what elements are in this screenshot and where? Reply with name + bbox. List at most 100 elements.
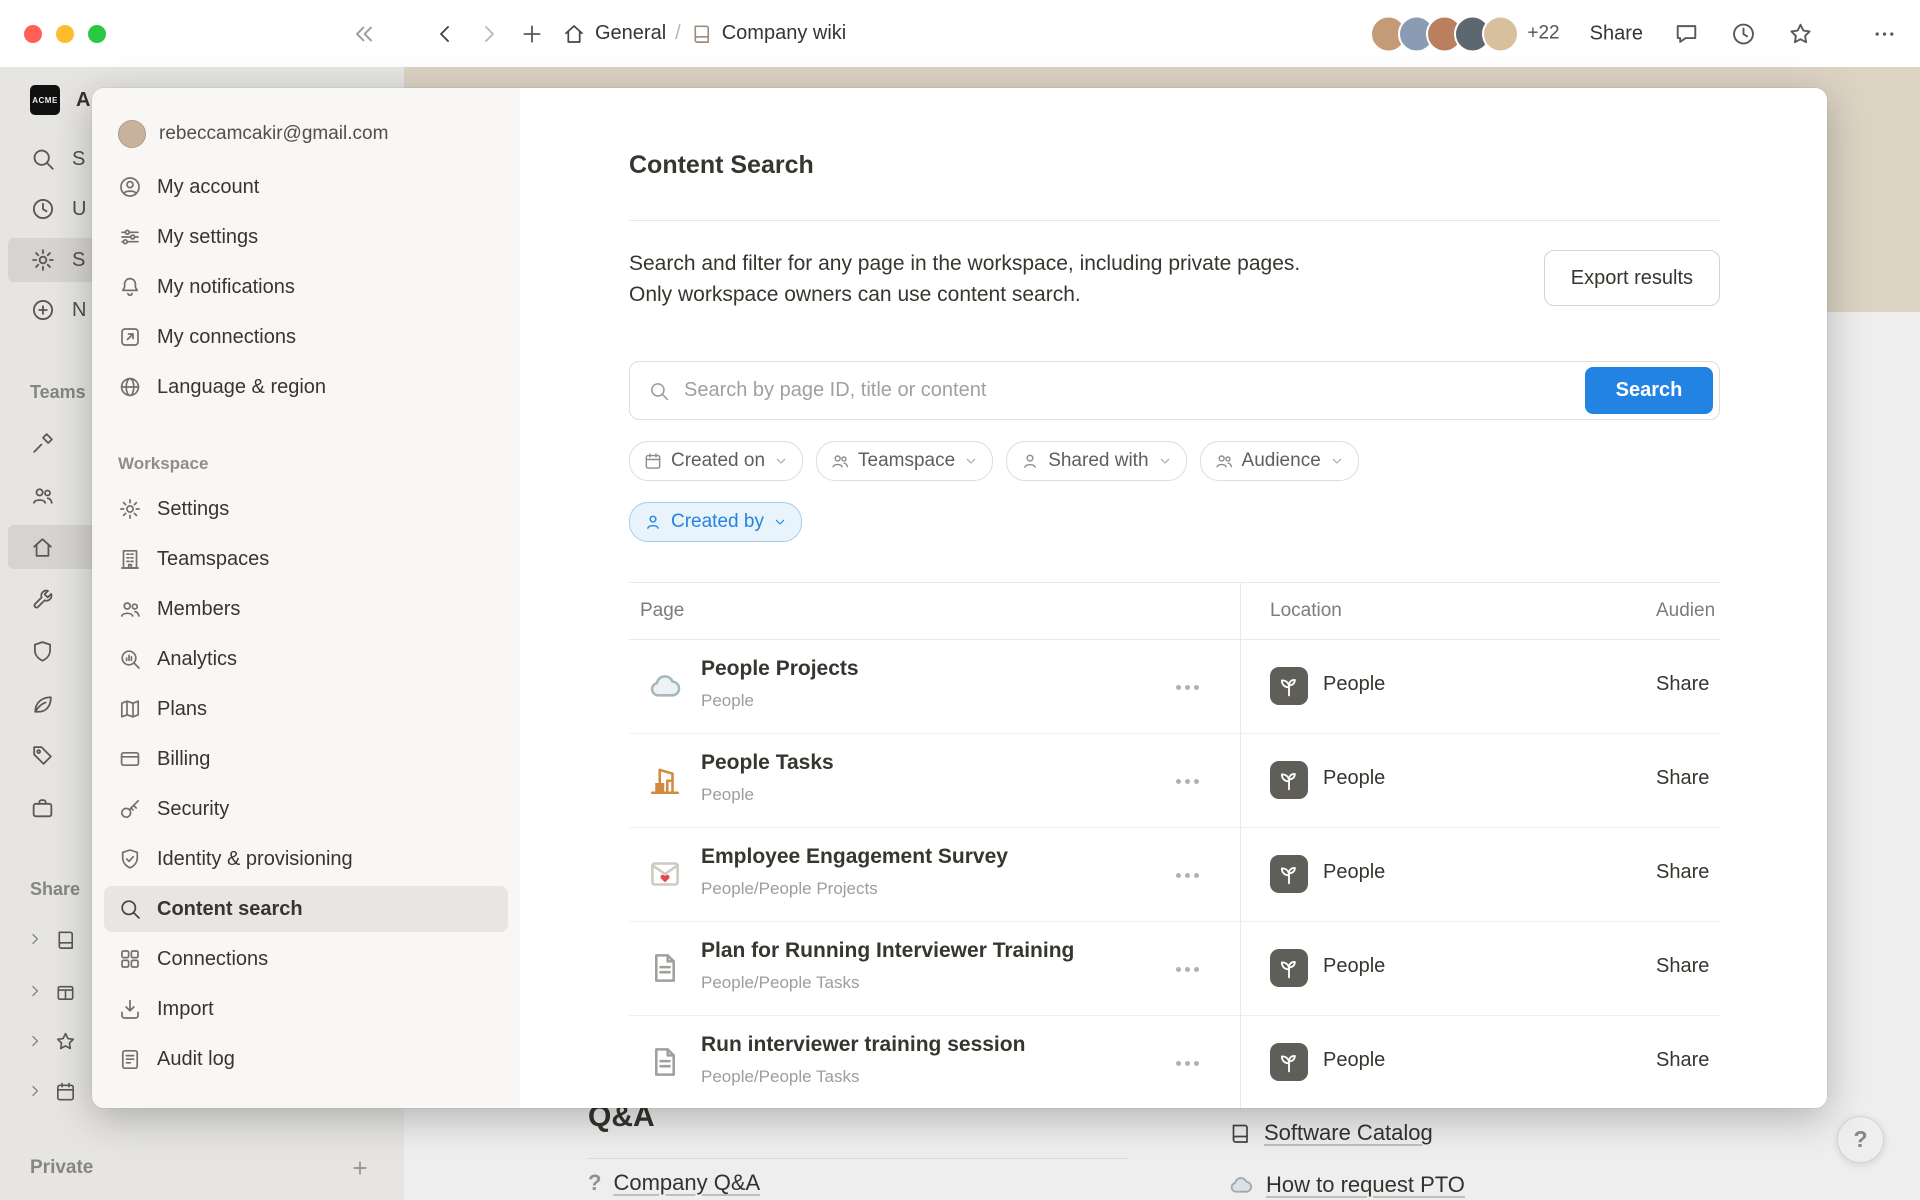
person-icon — [643, 512, 663, 532]
company-wiki-icon — [690, 22, 713, 45]
chevron-down-icon — [1329, 453, 1345, 469]
row-menu-button[interactable] — [1165, 674, 1209, 700]
people-icon — [830, 451, 850, 471]
location-cell: People — [1323, 861, 1385, 884]
breadcrumb-page[interactable]: Company wiki — [722, 22, 846, 45]
close-window-button[interactable] — [24, 25, 42, 43]
page-title-cell[interactable]: People Tasks — [701, 751, 834, 775]
chevron-down-icon — [773, 453, 789, 469]
book-icon — [690, 22, 713, 45]
audience-cell: Share — [1656, 673, 1709, 696]
settings-nav-security[interactable]: Security — [104, 786, 508, 832]
nav-item-label: Language & region — [157, 376, 326, 399]
search-icon — [648, 380, 670, 402]
settings-nav-identity-provisioning[interactable]: Identity & provisioning — [104, 836, 508, 882]
settings-nav-members[interactable]: Members — [104, 586, 508, 632]
page-path-cell: People/People Projects — [701, 879, 878, 899]
share-button[interactable]: Share — [1590, 22, 1643, 45]
new-tab-icon[interactable] — [519, 21, 545, 47]
home-icon — [562, 22, 586, 46]
minimize-window-button[interactable] — [56, 25, 74, 43]
settings-nav-connections[interactable]: Connections — [104, 936, 508, 982]
avatar-stack — [1370, 15, 1519, 52]
column-divider — [1240, 583, 1241, 1108]
filter-chip-label: Teamspace — [858, 450, 955, 472]
table-row: Employee Engagement Survey People/People … — [629, 828, 1720, 922]
back-icon[interactable] — [432, 21, 458, 47]
table-row: People TasksPeoplePeopleShare — [629, 734, 1720, 828]
nav-item-label: Members — [157, 598, 240, 621]
cloud-icon — [647, 668, 683, 704]
arrow-left-icon — [432, 21, 458, 47]
row-menu-button[interactable] — [1165, 862, 1209, 888]
settings-nav-billing[interactable]: Billing — [104, 736, 508, 782]
settings-nav-audit-log[interactable]: Audit log — [104, 1036, 508, 1082]
breadcrumb-root[interactable]: General — [595, 22, 666, 45]
settings-nav-import[interactable]: Import — [104, 986, 508, 1032]
page-title-cell[interactable]: Run interviewer training session — [701, 1033, 1025, 1057]
location-cell: People — [1323, 1049, 1385, 1072]
audit-icon — [118, 1047, 142, 1071]
page-icon — [645, 854, 685, 894]
filter-chip-teamspace[interactable]: Teamspace — [816, 441, 993, 481]
nav-item-label: My account — [157, 176, 259, 199]
settings-nav-my-settings[interactable]: My settings — [104, 214, 508, 260]
page-title-cell[interactable]: People Projects — [701, 657, 859, 681]
settings-nav-panel: rebeccamcakir@gmail.com My accountMy set… — [92, 88, 520, 1108]
search-input[interactable] — [682, 378, 1577, 403]
column-header-location: Location — [1270, 600, 1342, 622]
filter-chip-created-on[interactable]: Created on — [629, 441, 803, 481]
row-menu-button[interactable] — [1165, 956, 1209, 982]
comments-icon[interactable] — [1673, 20, 1700, 47]
export-results-button[interactable]: Export results — [1544, 250, 1720, 306]
search-icon — [648, 380, 670, 402]
analytics-icon — [118, 647, 142, 671]
collapse-sidebar-icon[interactable] — [350, 20, 378, 48]
chevrons-left-icon — [350, 20, 378, 48]
nav-item-label: Identity & provisioning — [157, 848, 353, 871]
titlebar-actions: +22 Share — [1370, 15, 1898, 52]
plant-icon — [1276, 861, 1302, 887]
row-menu-button[interactable] — [1165, 1050, 1209, 1076]
search-button[interactable]: Search — [1585, 367, 1713, 414]
favorite-icon[interactable] — [1787, 20, 1814, 47]
filter-chip-audience[interactable]: Audience — [1200, 441, 1359, 481]
calendar-icon — [643, 451, 663, 471]
filter-chip-created-by[interactable]: Created by — [629, 502, 802, 542]
settings-nav-language-region[interactable]: Language & region — [104, 364, 508, 410]
people-icon — [118, 597, 142, 621]
user-avatar[interactable] — [1482, 15, 1519, 52]
settings-nav-analytics[interactable]: Analytics — [104, 636, 508, 682]
settings-nav-content-search[interactable]: Content search — [104, 886, 508, 932]
card-icon — [118, 747, 142, 771]
page-title-cell[interactable]: Plan for Running Interviewer Training — [701, 939, 1074, 963]
forward-icon[interactable] — [476, 21, 502, 47]
table-row: Run interviewer training sessionPeople/P… — [629, 1016, 1720, 1108]
settings-nav-my-account[interactable]: My account — [104, 164, 508, 210]
nav-item-label: Security — [157, 798, 229, 821]
nav-item-label: Import — [157, 998, 214, 1021]
more-options-icon[interactable] — [1844, 20, 1898, 47]
avatar-overflow-count[interactable]: +22 — [1527, 23, 1559, 45]
gear-icon — [118, 497, 142, 521]
row-menu-button[interactable] — [1165, 768, 1209, 794]
table-row: People ProjectsPeoplePeopleShare — [629, 640, 1720, 734]
nav-item-label: Plans — [157, 698, 207, 721]
updates-icon[interactable] — [1730, 20, 1757, 47]
teamspace-icon — [1270, 667, 1308, 705]
breadcrumb-separator: / — [675, 22, 681, 45]
page-title-cell[interactable]: Employee Engagement Survey — [701, 845, 1008, 869]
content-search-bar: Search — [629, 361, 1720, 420]
zoom-window-button[interactable] — [88, 25, 106, 43]
clock-icon — [1730, 20, 1757, 47]
filter-chip-shared-with[interactable]: Shared with — [1006, 441, 1186, 481]
settings-nav-teamspaces[interactable]: Teamspaces — [104, 536, 508, 582]
results-table-header: Page Location Audien — [629, 583, 1720, 640]
page-path-cell: People — [701, 785, 754, 805]
settings-nav-my-notifications[interactable]: My notifications — [104, 264, 508, 310]
settings-nav-settings[interactable]: Settings — [104, 486, 508, 532]
settings-nav-my-connections[interactable]: My connections — [104, 314, 508, 360]
star-icon — [1787, 20, 1814, 47]
people-icon — [1214, 451, 1234, 471]
settings-nav-plans[interactable]: Plans — [104, 686, 508, 732]
